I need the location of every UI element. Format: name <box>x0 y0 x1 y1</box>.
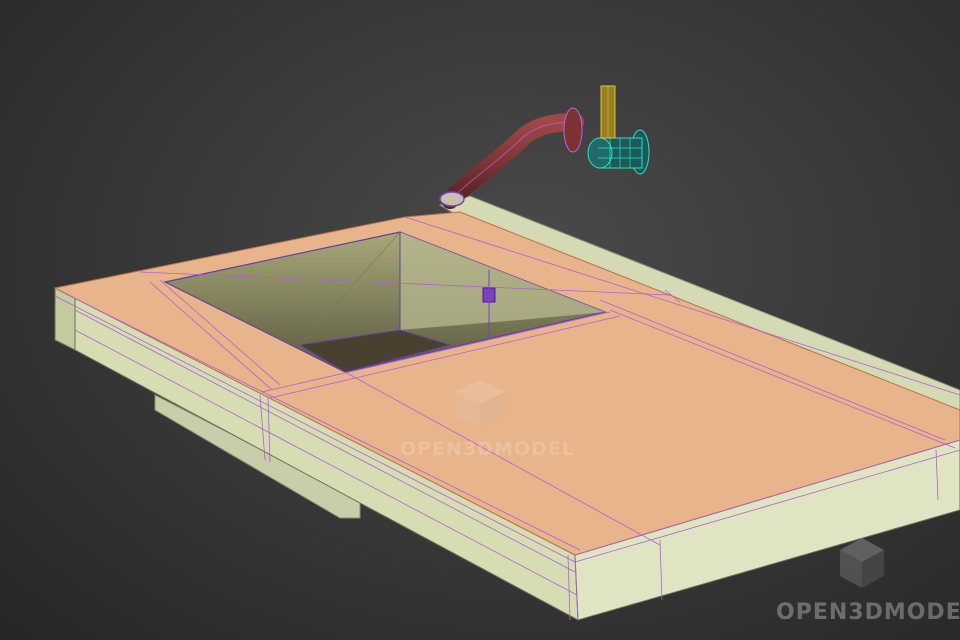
spout-wall-flange <box>563 107 583 153</box>
3d-viewport[interactable]: OPEN3DMODEL OPEN3DMODEL <box>0 0 960 640</box>
faucet-spout <box>441 113 584 209</box>
watermark-center-text: OPEN3DMODEL <box>400 438 575 460</box>
watermark-corner-text: OPEN3DMODEL <box>776 600 960 625</box>
spout-tip <box>439 191 465 207</box>
sink-model-render <box>53 85 960 621</box>
cube-icon <box>840 538 884 588</box>
valve-cap <box>587 137 613 169</box>
